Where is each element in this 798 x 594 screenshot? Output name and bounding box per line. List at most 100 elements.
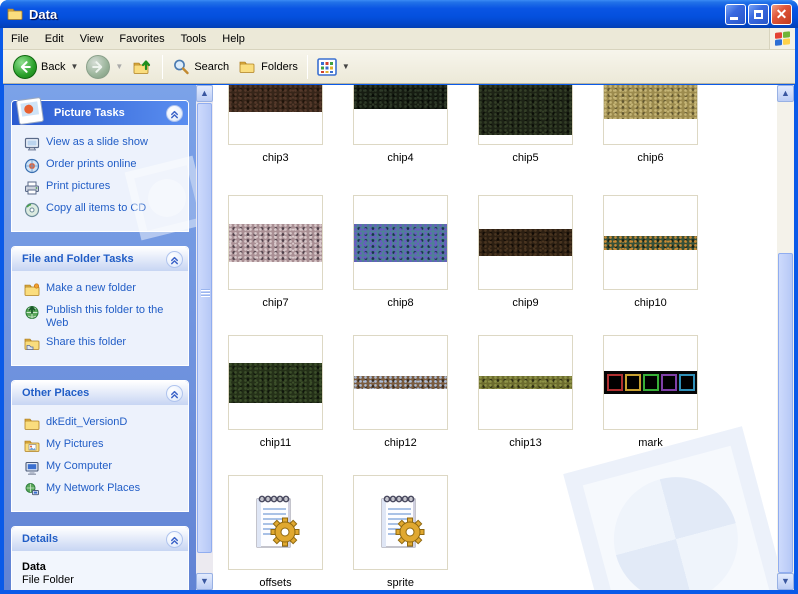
sidebar-scroll-up-icon[interactable]: ▲ xyxy=(196,85,213,102)
thumbnail-chip7 xyxy=(229,224,322,262)
chevron-up-icon[interactable] xyxy=(166,251,183,268)
back-dropdown-icon[interactable]: ▼ xyxy=(70,62,78,71)
menu-view[interactable]: View xyxy=(72,30,112,48)
thumbnail-chip4 xyxy=(354,85,447,109)
file-label: chip11 xyxy=(260,437,292,449)
chevron-up-icon[interactable] xyxy=(166,105,183,122)
file-item[interactable]: chip3 xyxy=(228,85,323,164)
content-scroll-down-icon[interactable]: ▼ xyxy=(777,573,794,590)
task-print-pictures[interactable]: Print pictures xyxy=(24,177,182,199)
file-item[interactable]: chip6 xyxy=(603,85,698,164)
file-label: offsets xyxy=(259,577,291,589)
task-label: Share this folder xyxy=(46,336,126,349)
folder-window-icon xyxy=(6,6,24,22)
views-button[interactable]: ▼ xyxy=(313,56,354,78)
picture-tasks-icon xyxy=(15,96,45,126)
task-order-prints[interactable]: Order prints online xyxy=(24,155,182,177)
place-my-computer[interactable]: My Computer xyxy=(24,457,182,479)
place-my-network-places[interactable]: My Network Places xyxy=(24,479,182,501)
chevron-up-icon[interactable] xyxy=(166,531,183,548)
menu-edit[interactable]: Edit xyxy=(37,30,72,48)
file-item[interactable]: chip11 xyxy=(228,335,323,449)
file-label: chip10 xyxy=(634,297,666,309)
panel-title: File and Folder Tasks xyxy=(22,253,166,265)
file-item[interactable]: chip12 xyxy=(353,335,448,449)
file-label: chip3 xyxy=(262,152,288,164)
toolbar-separator xyxy=(307,55,308,79)
menu-file[interactable]: File xyxy=(3,30,37,48)
file-item[interactable]: chip7 xyxy=(228,195,323,309)
maximize-button[interactable] xyxy=(748,4,769,25)
file-item[interactable]: chip10 xyxy=(603,195,698,309)
task-label: My Network Places xyxy=(46,482,140,495)
content-scrollbar-thumb[interactable] xyxy=(778,253,793,573)
file-item[interactable]: chip13 xyxy=(478,335,573,449)
file-item[interactable]: chip8 xyxy=(353,195,448,309)
place-dkedit-versiond[interactable]: dkEdit_VersionD xyxy=(24,413,182,435)
task-label: View as a slide show xyxy=(46,136,148,149)
task-make-new-folder[interactable]: Make a new folder xyxy=(24,279,182,301)
publish-web-icon xyxy=(24,304,40,320)
up-button[interactable] xyxy=(127,55,157,79)
sidebar-scroll-down-icon[interactable]: ▼ xyxy=(196,573,213,590)
panel-title: Details xyxy=(22,533,166,545)
place-my-pictures[interactable]: My Pictures xyxy=(24,435,182,457)
new-folder-icon xyxy=(24,282,40,298)
file-label: chip8 xyxy=(387,297,413,309)
file-item[interactable]: chip5 xyxy=(478,85,573,164)
file-label: chip5 xyxy=(512,152,538,164)
file-item[interactable]: offsets xyxy=(228,475,323,589)
chevron-up-icon[interactable] xyxy=(166,385,183,402)
file-item[interactable]: chip9 xyxy=(478,195,573,309)
close-icon: ✕ xyxy=(772,5,791,24)
file-label: chip12 xyxy=(384,437,416,449)
file-label: mark xyxy=(638,437,662,449)
menu-favorites[interactable]: Favorites xyxy=(111,30,172,48)
content-scroll-up-icon[interactable]: ▲ xyxy=(777,85,794,102)
windows-logo-icon xyxy=(769,28,795,49)
menu-help[interactable]: Help xyxy=(214,30,253,48)
file-list-view[interactable]: chip3 chip4 chip5 chip6 xyxy=(213,85,777,590)
task-share-folder[interactable]: Share this folder xyxy=(24,333,182,355)
sidebar-scrollbar-thumb[interactable] xyxy=(197,103,212,553)
picture-folder-watermark xyxy=(563,426,777,590)
forward-dropdown-icon: ▼ xyxy=(115,62,123,71)
menu-tools[interactable]: Tools xyxy=(173,30,215,48)
panel-details: Details Data File Folder Date Modified: … xyxy=(11,526,189,590)
details-folder-type: File Folder xyxy=(22,574,178,586)
thumbnail-mark xyxy=(604,371,697,394)
panel-header-file-folder-tasks[interactable]: File and Folder Tasks xyxy=(12,247,188,271)
search-button[interactable]: Search xyxy=(168,56,233,78)
mark-square xyxy=(643,374,659,391)
thumbnail-chip11 xyxy=(229,363,322,403)
task-label: dkEdit_VersionD xyxy=(46,416,127,429)
forward-button[interactable]: ▼ xyxy=(82,53,127,81)
panel-file-folder-tasks: File and Folder Tasks Make a new folder xyxy=(11,246,189,366)
title-bar[interactable]: Data ✕ xyxy=(0,0,798,28)
panel-header-details[interactable]: Details xyxy=(12,527,188,551)
sidebar-scrollbar[interactable]: ▲ ▼ xyxy=(196,85,213,590)
task-view-slideshow[interactable]: View as a slide show xyxy=(24,133,182,155)
search-icon xyxy=(172,58,190,76)
folder-icon xyxy=(24,416,40,432)
file-item[interactable]: chip4 xyxy=(353,85,448,164)
thumbnail-chip3 xyxy=(229,85,322,112)
file-item[interactable]: mark xyxy=(603,335,698,449)
up-folder-icon xyxy=(131,57,153,77)
task-publish-to-web[interactable]: Publish this folder to the Web xyxy=(24,301,182,333)
my-pictures-icon xyxy=(24,438,40,454)
file-label: chip6 xyxy=(637,152,663,164)
minimize-button[interactable] xyxy=(725,4,746,25)
toolbar: Back ▼ ▼ Search xyxy=(3,50,795,84)
content-scrollbar[interactable]: ▲ ▼ xyxy=(777,85,794,590)
file-label: chip7 xyxy=(262,297,288,309)
panel-header-other-places[interactable]: Other Places xyxy=(12,381,188,405)
back-button[interactable]: Back ▼ xyxy=(9,53,82,81)
menu-bar: File Edit View Favorites Tools Help xyxy=(3,28,795,50)
file-item[interactable]: sprite xyxy=(353,475,448,589)
views-dropdown-icon[interactable]: ▼ xyxy=(342,62,350,71)
folders-button[interactable]: Folders xyxy=(233,57,302,77)
panel-other-places: Other Places dkEdit_VersionD xyxy=(11,380,189,512)
task-copy-to-cd[interactable]: Copy all items to CD xyxy=(24,199,182,221)
close-button[interactable]: ✕ xyxy=(771,4,792,25)
